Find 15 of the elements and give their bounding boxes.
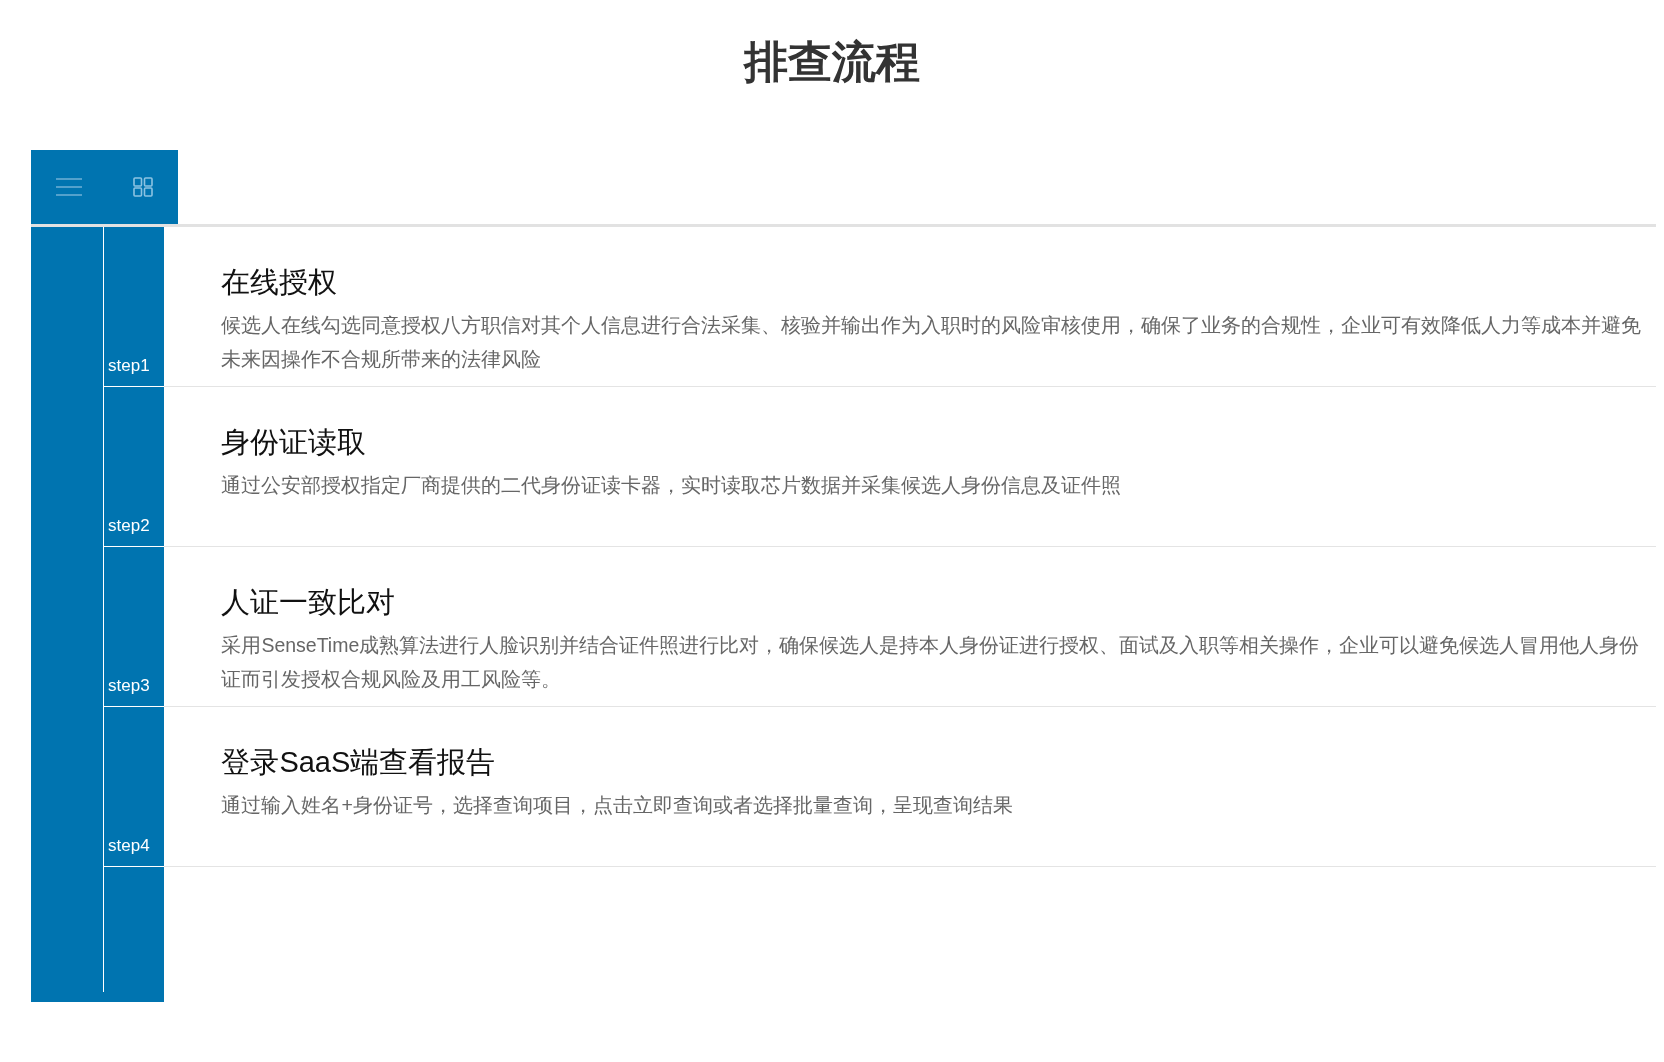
step-title: 在线授权 [221, 265, 339, 300]
grid-icon[interactable] [132, 177, 153, 197]
menu-icon[interactable] [56, 177, 83, 197]
step-description: 通过输入姓名+身份证号，选择查询项目，点击立即查询或者选择批量查询，呈现查询结果 [221, 792, 1014, 818]
step-label: step1 [108, 354, 150, 377]
step-label: step2 [108, 514, 150, 537]
step-description: 采用SenseTime成熟算法进行人脸识别并结合证件照进行比对，确保候选人是持本人身份证进行授权、面试及入职等相关操作，企业可以避免候选人冒用他人身份证而引发授权合规风险及用工风险等。 [221, 632, 1641, 692]
step-title: 身份证读取 [221, 425, 368, 460]
step-label: step3 [108, 674, 150, 697]
step-title: 登录SaaS端查看报告 [221, 745, 497, 780]
step-description: 候选人在线勾选同意授权八方职信对其个人信息进行合法采集、核验并输出作为入职时的风险审核使用，确保了业务的合规性，企业可有效降低人力等成本并避免未来因操作不合规所带来的法律风险 [221, 312, 1643, 372]
step-title: 人证一致比对 [221, 585, 397, 620]
step-label: step4 [108, 834, 150, 857]
page-title: 排查流程 [742, 36, 921, 88]
step-description: 通过公安部授权指定厂商提供的二代身份证读卡器，实时读取芯片数据并采集候选人身份信息及证件照 [221, 472, 1123, 498]
